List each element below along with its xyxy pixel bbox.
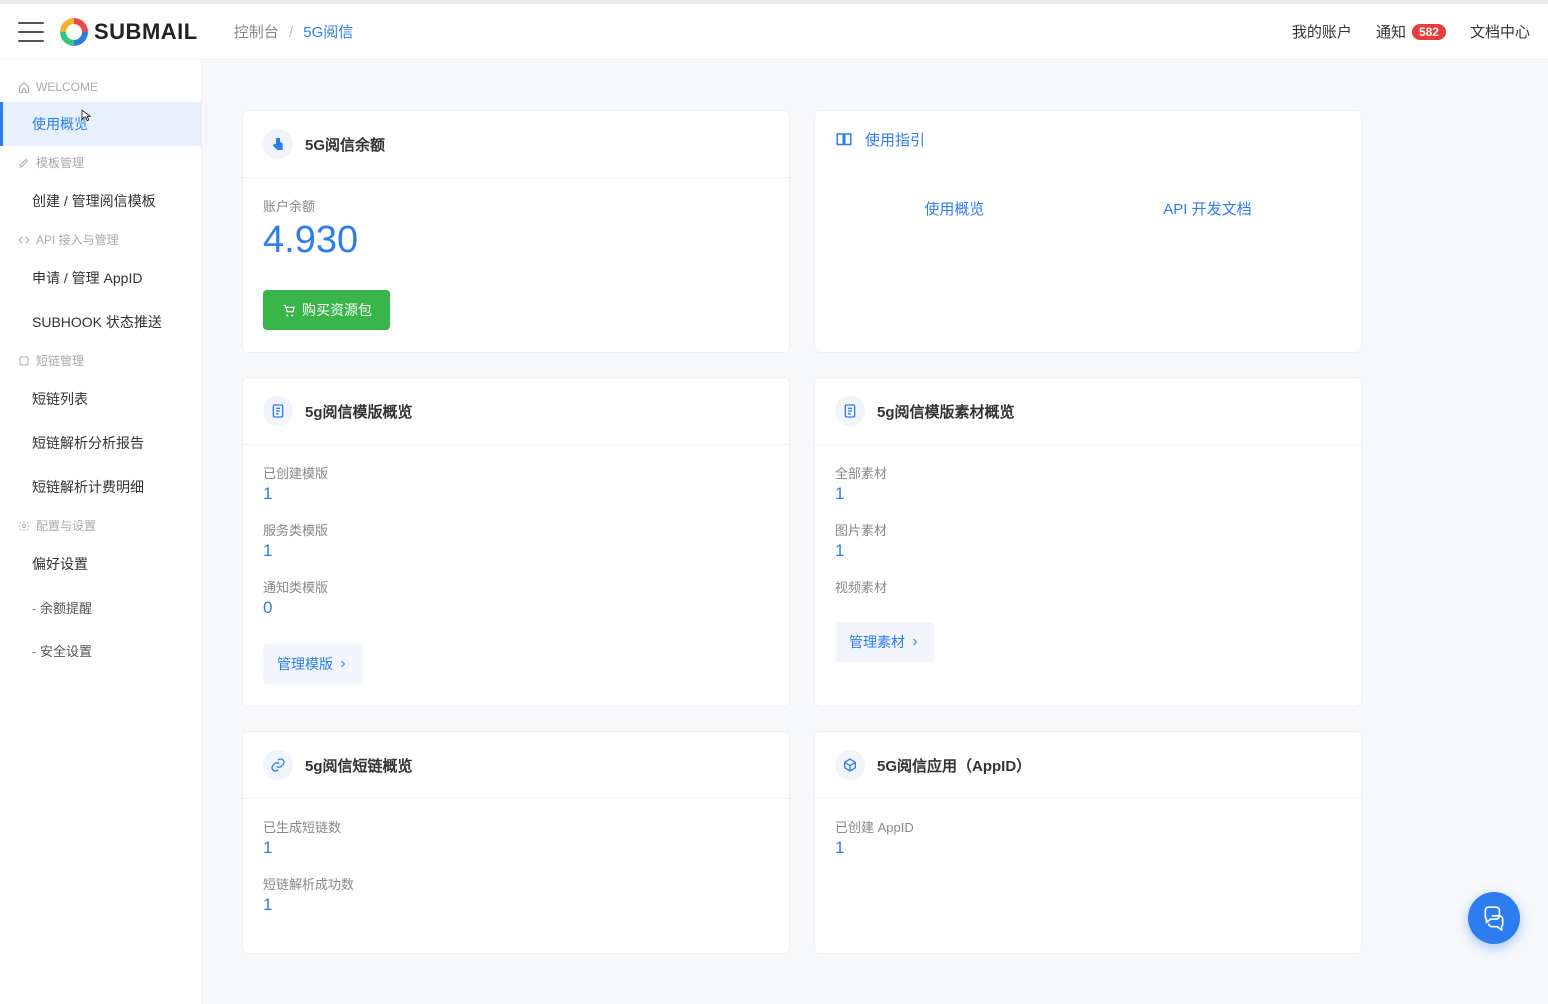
- balance-label: 账户余额: [263, 196, 769, 215]
- pencil-icon: [18, 157, 30, 169]
- breadcrumb-current[interactable]: 5G阅信: [303, 24, 353, 41]
- sidebar-section-welcome: WELCOME: [0, 72, 201, 102]
- stat-value: 1: [263, 838, 769, 858]
- stat-label: 全部素材: [835, 463, 1341, 482]
- card-material-title: 5g阅信模版素材概览: [877, 401, 1015, 422]
- header: SUBMAIL 控制台 / 5G阅信 我的账户 通知 582 文档中心: [0, 4, 1548, 60]
- gear-icon: [18, 520, 30, 532]
- code-icon: [18, 234, 30, 246]
- menu-toggle-icon[interactable]: [18, 22, 44, 42]
- card-balance: 5G阅信余额 账户余额 4.930 购买资源包: [242, 110, 790, 353]
- guide-link-overview[interactable]: 使用概览: [924, 198, 984, 219]
- stat-value: 1: [263, 895, 769, 915]
- chevron-right-icon: [337, 658, 349, 670]
- stat-value: 1: [263, 484, 769, 504]
- notification-badge: 582: [1412, 24, 1446, 40]
- breadcrumb-root[interactable]: 控制台: [234, 24, 279, 41]
- card-guide: 使用指引 使用概览 API 开发文档: [814, 110, 1362, 353]
- sidebar-section-api: API 接入与管理: [0, 223, 201, 256]
- my-account-link[interactable]: 我的账户: [1292, 21, 1352, 42]
- stat-label: 已创建模版: [263, 463, 769, 482]
- document-icon: [835, 396, 865, 426]
- app-icon: [835, 750, 865, 780]
- buy-resource-button[interactable]: 购买资源包: [263, 290, 390, 330]
- home-icon: [18, 81, 30, 93]
- sidebar-item-shortlink-billing[interactable]: 短链解析计费明细: [0, 465, 201, 509]
- chat-icon: [1481, 905, 1507, 931]
- balance-value: 4.930: [263, 219, 769, 262]
- card-template-overview: 5g阅信模版概览 已创建模版 1 服务类模版 1 通知类模版 0: [242, 377, 790, 707]
- guide-link-api-docs[interactable]: API 开发文档: [1163, 198, 1251, 219]
- document-icon: [263, 396, 293, 426]
- stat-value: 1: [263, 541, 769, 561]
- card-appid-overview: 5G阅信应用（AppID） 已创建 AppID 1: [814, 731, 1362, 954]
- sidebar: WELCOME 使用概览 模板管理 创建 / 管理阅信模板 API 接入与管理 …: [0, 60, 202, 1004]
- sidebar-section-template: 模板管理: [0, 146, 201, 179]
- sidebar-item-shortlink-report[interactable]: 短链解析分析报告: [0, 421, 201, 465]
- logo[interactable]: SUBMAIL: [60, 18, 198, 46]
- stat-label: 已创建 AppID: [835, 817, 1341, 836]
- card-guide-title: 使用指引: [865, 129, 925, 150]
- stat-label: 短链解析成功数: [263, 874, 769, 893]
- book-icon: [835, 131, 853, 149]
- card-balance-title: 5G阅信余额: [305, 134, 385, 155]
- card-appid-title: 5G阅信应用（AppID）: [877, 755, 1031, 776]
- manage-material-button[interactable]: 管理素材: [835, 622, 935, 662]
- stat-label: 已生成短链数: [263, 817, 769, 836]
- stat-value: 0: [263, 598, 769, 618]
- sidebar-item-subhook[interactable]: SUBHOOK 状态推送: [0, 300, 201, 344]
- sidebar-section-config: 配置与设置: [0, 509, 201, 542]
- card-shortlink-overview: 5g阅信短链概览 已生成短链数 1 短链解析成功数 1: [242, 731, 790, 954]
- stat-label: 视频素材: [835, 577, 1341, 596]
- stat-label: 服务类模版: [263, 520, 769, 539]
- stat-label: 通知类模版: [263, 577, 769, 596]
- sidebar-section-shortlink: 短链管理: [0, 344, 201, 377]
- card-template-title: 5g阅信模版概览: [305, 401, 413, 422]
- sidebar-item-shortlink-list[interactable]: 短链列表: [0, 377, 201, 421]
- stat-value: 1: [835, 838, 1341, 858]
- chevron-right-icon: [909, 636, 921, 648]
- link-icon: [263, 750, 293, 780]
- logo-text: SUBMAIL: [94, 19, 198, 45]
- stat-label: 图片素材: [835, 520, 1341, 539]
- main-content: 5G阅信余额 账户余额 4.930 购买资源包 使用指引: [202, 60, 1402, 1004]
- card-material-overview: 5g阅信模版素材概览 全部素材 1 图片素材 1 视频素材: [814, 377, 1362, 707]
- cart-icon: [281, 303, 296, 318]
- stat-value: 1: [835, 484, 1341, 504]
- sidebar-item-appid[interactable]: 申请 / 管理 AppID: [0, 256, 201, 300]
- sidebar-item-overview[interactable]: 使用概览: [0, 102, 201, 146]
- chat-support-button[interactable]: [1468, 892, 1520, 944]
- stat-value: 1: [835, 541, 1341, 561]
- sidebar-item-preferences[interactable]: 偏好设置: [0, 542, 201, 586]
- manage-template-button[interactable]: 管理模版: [263, 644, 363, 684]
- sidebar-item-create-template[interactable]: 创建 / 管理阅信模板: [0, 179, 201, 223]
- link-icon: [18, 355, 30, 367]
- tap-icon: [263, 129, 293, 159]
- notifications-link[interactable]: 通知 582: [1376, 21, 1446, 42]
- card-shortlink-title: 5g阅信短链概览: [305, 755, 413, 776]
- sidebar-item-balance-alert[interactable]: 余额提醒: [0, 586, 201, 629]
- logo-icon: [60, 18, 88, 46]
- doc-center-link[interactable]: 文档中心: [1470, 21, 1530, 42]
- breadcrumb: 控制台 / 5G阅信: [234, 21, 354, 42]
- sidebar-item-security[interactable]: 安全设置: [0, 629, 201, 672]
- notifications-label: 通知: [1376, 21, 1406, 42]
